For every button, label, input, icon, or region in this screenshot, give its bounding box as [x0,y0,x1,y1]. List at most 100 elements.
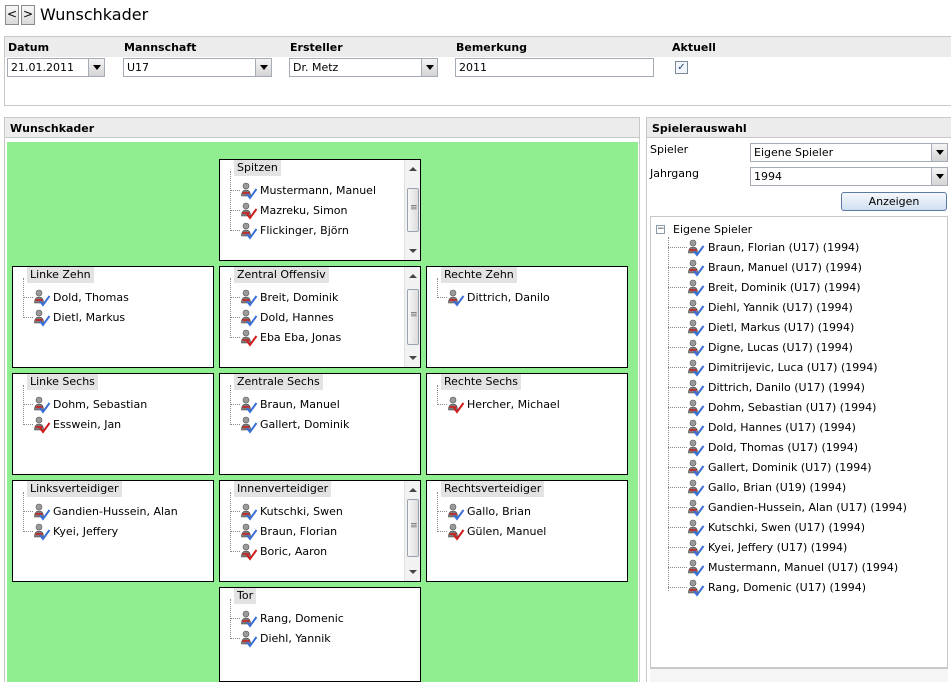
mannschaft-dropdown-button[interactable] [255,59,271,76]
position-player-item[interactable]: Gallert, Dominik [220,415,405,435]
ersteller-select[interactable]: Dr. Metz [289,58,438,77]
jahrgang-select[interactable]: 1994 [750,167,948,186]
position-box-linke-zehn[interactable]: Linke Zehn Dold, Thomas Dietl, Markus [12,266,214,368]
tree-connector [23,404,33,405]
tree-player-item[interactable]: Dimitrijevic, Luca (U17) (1994) [668,358,938,378]
position-player-item[interactable]: Esswein, Jan [13,415,198,435]
mannschaft-select[interactable]: U17 [123,58,272,77]
scroll-up-icon[interactable] [409,488,417,492]
scrollbar[interactable] [404,481,420,581]
tree-player-item[interactable]: Kyei, Jeffery (U17) (1994) [668,538,938,558]
position-box-rechte-zehn[interactable]: Rechte Zehn Dittrich, Danilo [426,266,628,368]
back-button[interactable]: < [5,5,19,25]
position-player-item[interactable]: Eba Eba, Jonas [220,328,405,348]
position-box-zentral-offensiv[interactable]: Zentral Offensiv Breit, Dominik Dold, Hann… [219,266,421,368]
position-player-item[interactable]: Gandien-Hussein, Alan [13,502,198,522]
datum-field[interactable]: 21.01.2011 [7,58,105,77]
ersteller-dropdown-button[interactable] [421,59,437,76]
position-player-item[interactable]: Rang, Domenic [220,609,405,629]
tree-player-item[interactable]: Dietl, Markus (U17) (1994) [668,318,938,338]
scroll-thumb[interactable] [407,188,419,232]
position-box-linksverteidiger[interactable]: Linksverteidiger Gandien-Hussein, Alan Kye… [12,480,214,582]
tree-player-item[interactable]: Gandien-Hussein, Alan (U17) (1994) [668,498,938,518]
scrollbar[interactable] [404,160,420,260]
position-box-linke-sechs[interactable]: Linke Sechs Dohm, Sebastian Esswein, Jan [12,373,214,475]
player-blue-check-icon [240,309,258,327]
position-player-item[interactable]: Dold, Hannes [220,308,405,328]
tree-player-item[interactable]: Breit, Dominik (U17) (1994) [668,278,938,298]
tree-connector [668,567,687,568]
position-box-zentrale-sechs[interactable]: Zentrale Sechs Braun, Manuel Gallert, Domi… [219,373,421,475]
tree-player-item[interactable]: Gallo, Brian (U19) (1994) [668,478,938,498]
position-player-item[interactable]: Kutschki, Swen [220,502,405,522]
scroll-up-icon[interactable] [409,274,417,278]
position-box-tor[interactable]: Tor Rang, Domenic Diehl, Yannik [219,587,421,682]
position-player-item[interactable]: Diehl, Yannik [220,629,405,649]
spieler-dropdown-button[interactable] [931,144,947,161]
bemerkung-input[interactable]: 2011 [455,58,654,77]
position-label: Zentral Offensiv [234,267,329,283]
scroll-thumb[interactable] [407,289,419,345]
tree-player-item[interactable]: Diehl, Yannik (U17) (1994) [668,298,938,318]
bemerkung-value: 2011 [459,61,487,74]
jahrgang-dropdown-button[interactable] [931,168,947,185]
position-box-innenverteidiger[interactable]: Innenverteidiger Kutschki, Swen Braun, Flo… [219,480,421,582]
tree-player-item[interactable]: Dittrich, Danilo (U17) (1994) [668,378,938,398]
position-label: Rechte Sechs [441,374,522,390]
player-name: Dold, Thomas [53,291,129,304]
tree-player-item[interactable]: Mustermann, Manuel (U17) (1994) [668,558,938,578]
tree-player-item[interactable]: Dold, Thomas (U17) (1994) [668,438,938,458]
tree-player-item[interactable]: Dohm, Sebastian (U17) (1994) [668,398,938,418]
position-player-item[interactable]: Kyei, Jeffery [13,522,198,542]
spieler-select[interactable]: Eigene Spieler [750,143,948,162]
position-label: Tor [234,588,257,604]
player-name: Kyei, Jeffery [53,525,119,538]
forward-button[interactable]: > [21,5,35,25]
position-box-rechtsverteidiger[interactable]: Rechtsverteidiger Gallo, Brian Gülen, Manu… [426,480,628,582]
position-player-item[interactable]: Dittrich, Danilo [427,288,612,308]
tree-player-item[interactable]: Braun, Manuel (U17) (1994) [668,258,938,278]
position-player-item[interactable]: Braun, Florian [220,522,405,542]
tree-connector [23,424,33,425]
collapse-icon[interactable]: − [656,225,665,234]
tree-player-item[interactable]: Digne, Lucas (U17) (1994) [668,338,938,358]
tree-player-label: Dohm, Sebastian (U17) (1994) [708,401,877,414]
position-player-item[interactable]: Hercher, Michael [427,395,612,415]
position-player-item[interactable]: Mustermann, Manuel [220,181,405,201]
scroll-down-icon[interactable] [409,356,417,360]
position-player-item[interactable]: Gallo, Brian [427,502,612,522]
datum-dropdown-button[interactable] [88,59,104,76]
scrollbar[interactable] [404,267,420,367]
position-player-item[interactable]: Gülen, Manuel [427,522,612,542]
scroll-thumb[interactable] [407,499,419,557]
player-name: Rang, Domenic [260,612,344,625]
position-player-item[interactable]: Braun, Manuel [220,395,405,415]
position-box-spitzen[interactable]: Spitzen Mustermann, Manuel Mazreku, Simon F… [219,159,421,261]
tree-connector [668,427,687,428]
tree-connector [668,327,687,328]
anzeigen-button[interactable]: Anzeigen [841,192,947,211]
tree-player-item[interactable]: Rang, Domenic (U17) (1994) [668,578,938,598]
scroll-down-icon[interactable] [409,249,417,253]
player-name: Kutschki, Swen [260,505,343,518]
position-player-item[interactable]: Boric, Aaron [220,542,405,562]
position-box-rechte-sechs[interactable]: Rechte Sechs Hercher, Michael [426,373,628,475]
tree-player-item[interactable]: Kutschki, Swen (U17) (1994) [668,518,938,538]
position-player-item[interactable]: Mazreku, Simon [220,201,405,221]
position-player-item[interactable]: Dohm, Sebastian [13,395,198,415]
tree-player-item[interactable]: Braun, Florian (U17) (1994) [668,238,938,258]
aktuell-checkbox[interactable]: ✓ [675,61,688,74]
position-player-item[interactable]: Breit, Dominik [220,288,405,308]
position-player-item[interactable]: Dietl, Markus [13,308,198,328]
player-tree[interactable]: − Eigene Spieler Braun, Florian (U17) (1… [650,216,948,668]
scroll-down-icon[interactable] [409,570,417,574]
scroll-up-icon[interactable] [409,167,417,171]
player-blue-check-icon [240,182,258,200]
position-player-item[interactable]: Flickinger, Björn [220,221,405,241]
position-player-item[interactable]: Dold, Thomas [13,288,198,308]
player-red-check-icon [240,329,258,347]
tree-player-item[interactable]: Gallert, Dominik (U17) (1994) [668,458,938,478]
position-label: Rechte Zehn [441,267,517,283]
tree-player-item[interactable]: Dold, Hannes (U17) (1994) [668,418,938,438]
tree-player-label: Diehl, Yannik (U17) (1994) [708,301,853,314]
